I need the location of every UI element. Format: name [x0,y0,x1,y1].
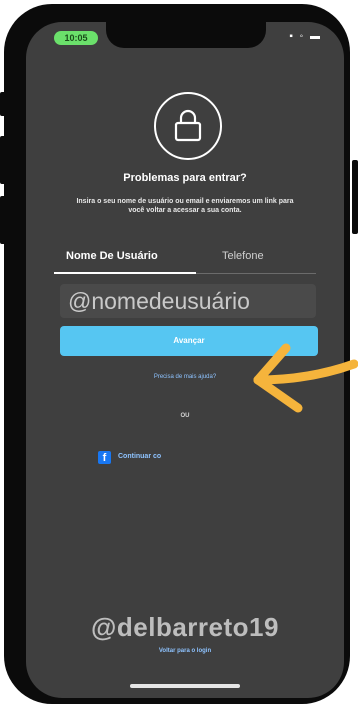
tab-phone[interactable]: Telefone [222,250,264,262]
back-to-login-link[interactable]: Voltar para o login [26,648,344,654]
facebook-login-label: Continuar co [118,453,162,460]
page-description: Insira o seu nome de usuário ou email e … [76,198,294,214]
tab-bar: Nome De Usuário Telefone [54,250,316,274]
status-time: 10:05 [54,31,98,45]
notch [106,22,266,48]
tab-username[interactable]: Nome De Usuário [66,250,158,262]
lock-icon [154,92,222,160]
tab-divider [196,273,316,274]
status-icons: ▪ ◦ ▬ [289,31,322,42]
page-title: Problemas para entrar? [123,172,247,184]
annotation-arrow-icon [253,343,358,413]
home-indicator [130,684,240,688]
facebook-icon: f [98,451,111,464]
power-button [352,160,358,234]
active-tab-indicator [54,272,196,274]
username-input[interactable]: @nomedeusuário [60,284,316,318]
watermark: @delbarreto19 [91,612,279,642]
